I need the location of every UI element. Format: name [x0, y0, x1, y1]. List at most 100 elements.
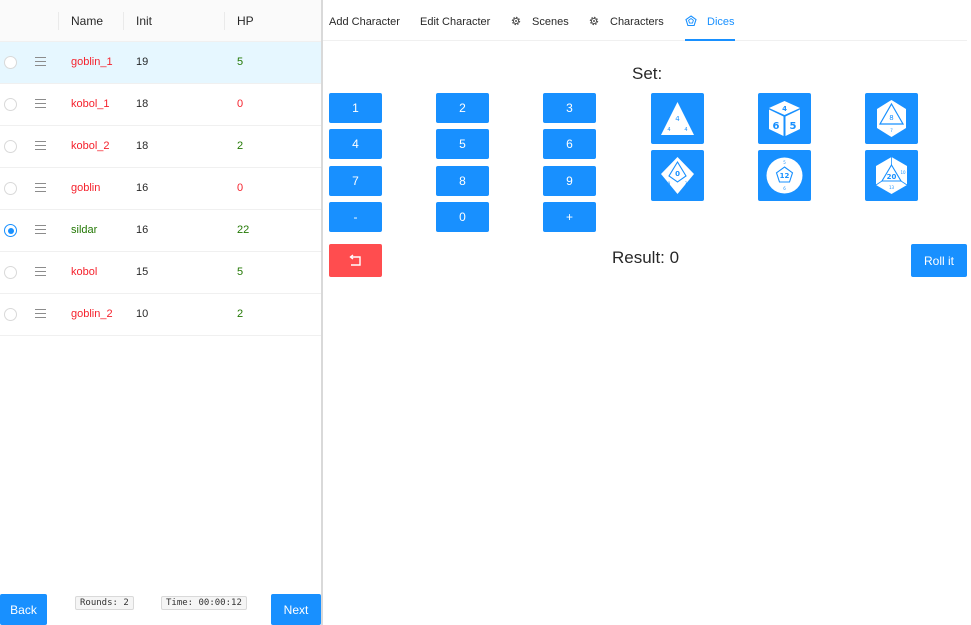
table-row[interactable]: goblin_1 19 5: [0, 42, 321, 84]
drag-handle-icon[interactable]: [35, 57, 46, 67]
character-name: goblin_2: [71, 308, 113, 320]
undo-button[interactable]: [329, 244, 382, 277]
key-6-button[interactable]: 6: [543, 129, 596, 159]
svg-text:5: 5: [790, 121, 797, 132]
result-label: Result: 0: [612, 248, 680, 267]
drag-handle-icon[interactable]: [35, 309, 46, 319]
row-radio[interactable]: [4, 266, 17, 279]
time-counter: Time: 00:00:12: [161, 596, 247, 610]
d20-icon: 20 10 13: [875, 157, 908, 194]
column-header-init[interactable]: Init: [136, 0, 152, 42]
drag-handle-icon[interactable]: [35, 225, 46, 235]
key-3-button[interactable]: 3: [543, 93, 596, 123]
table-row[interactable]: goblin 16 0: [0, 168, 321, 210]
d12-icon: 12 6 5: [766, 157, 803, 194]
svg-text:6: 6: [773, 121, 780, 132]
character-init: 19: [136, 56, 149, 68]
roll-it-button[interactable]: Roll it: [911, 244, 967, 277]
row-radio[interactable]: [4, 224, 17, 237]
tab-label: Characters: [610, 16, 664, 28]
character-hp: 5: [237, 56, 244, 68]
d10-button[interactable]: 0 9 3: [651, 150, 704, 201]
d20-button[interactable]: 20 10 13: [865, 150, 918, 201]
d6-button[interactable]: 4 6 5: [758, 93, 811, 144]
key-1-button[interactable]: 1: [329, 93, 382, 123]
key-8-button[interactable]: 8: [436, 166, 489, 196]
tab-add-character[interactable]: Add Character: [329, 0, 400, 41]
svg-text:0: 0: [675, 170, 680, 178]
table-row[interactable]: kobol 15 5: [0, 252, 321, 294]
key-2-button[interactable]: 2: [436, 93, 489, 123]
d6-icon: 4 6 5: [769, 101, 800, 136]
character-init: 15: [136, 266, 149, 278]
table-row[interactable]: kobol_2 18 2: [0, 126, 321, 168]
app-root: Name Init HP goblin_1 19 5 kobol_1 18 0 kobol_…: [0, 0, 971, 625]
tab-scenes[interactable]: Scenes: [510, 0, 569, 41]
character-name: sildar: [71, 224, 98, 236]
d4-button[interactable]: 4 4 4: [651, 93, 704, 144]
next-button[interactable]: Next: [271, 594, 321, 625]
drag-handle-icon[interactable]: [35, 141, 46, 151]
back-button[interactable]: Back: [0, 594, 47, 625]
key-0-button[interactable]: 0: [436, 202, 489, 232]
key-9-button[interactable]: 9: [543, 166, 596, 196]
row-radio[interactable]: [4, 98, 17, 111]
key-minus-button[interactable]: -: [329, 202, 382, 232]
drag-handle-icon[interactable]: [35, 267, 46, 277]
svg-text:12: 12: [780, 172, 790, 180]
key-plus-button[interactable]: +: [543, 202, 596, 232]
column-header-name[interactable]: Name: [71, 0, 103, 42]
undo-icon: [349, 254, 361, 266]
header-divider: [123, 12, 124, 30]
character-hp: 5: [237, 266, 244, 278]
key-5-button[interactable]: 5: [436, 129, 489, 159]
character-hp: 22: [237, 224, 250, 236]
active-tab-indicator: [685, 39, 735, 41]
d8-button[interactable]: 8 7: [865, 93, 918, 144]
character-hp: 2: [237, 140, 244, 152]
table-row[interactable]: sildar 16 22: [0, 210, 321, 252]
svg-text:7: 7: [890, 128, 893, 133]
row-radio[interactable]: [4, 56, 17, 69]
row-radio[interactable]: [4, 308, 17, 321]
character-name: kobol_2: [71, 140, 110, 152]
character-name: goblin_1: [71, 56, 113, 68]
row-radio[interactable]: [4, 140, 17, 153]
row-radio[interactable]: [4, 182, 17, 195]
character-hp: 2: [237, 308, 244, 320]
tab-edit-character[interactable]: Edit Character: [420, 0, 490, 41]
tab-dices[interactable]: Dices: [685, 0, 735, 41]
tab-label: Edit Character: [420, 16, 491, 28]
character-init: 16: [136, 182, 149, 194]
table-header: Name Init HP: [0, 0, 321, 42]
d8-icon: 8 7: [877, 100, 906, 137]
table-row[interactable]: goblin_2 10 2: [0, 294, 321, 336]
key-4-button[interactable]: 4: [329, 129, 382, 159]
character-init: 18: [136, 140, 149, 152]
character-hp: 0: [237, 182, 244, 194]
tab-label: Add Character: [329, 16, 400, 28]
set-label: Set:: [632, 64, 663, 83]
svg-text:4: 4: [782, 105, 787, 113]
svg-text:4: 4: [675, 115, 680, 123]
tab-label: Dices: [707, 16, 735, 28]
gear-icon: [511, 16, 521, 26]
tab-characters[interactable]: Characters: [588, 0, 664, 41]
drag-handle-icon[interactable]: [35, 183, 46, 193]
d10-icon: 0 9 3: [661, 157, 694, 194]
table-row[interactable]: kobol_1 18 0: [0, 84, 321, 126]
character-init: 16: [136, 224, 149, 236]
key-7-button[interactable]: 7: [329, 166, 382, 196]
drag-handle-icon[interactable]: [35, 99, 46, 109]
svg-text:4: 4: [684, 127, 687, 133]
d12-button[interactable]: 12 6 5: [758, 150, 811, 201]
gear-icon: [589, 16, 599, 26]
svg-text:8: 8: [889, 114, 893, 122]
svg-text:13: 13: [889, 185, 895, 190]
svg-text:5: 5: [783, 160, 786, 165]
svg-text:3: 3: [685, 181, 688, 186]
character-name: kobol: [71, 266, 98, 278]
svg-text:10: 10: [900, 170, 906, 175]
column-header-hp[interactable]: HP: [237, 0, 254, 42]
character-hp: 0: [237, 98, 244, 110]
